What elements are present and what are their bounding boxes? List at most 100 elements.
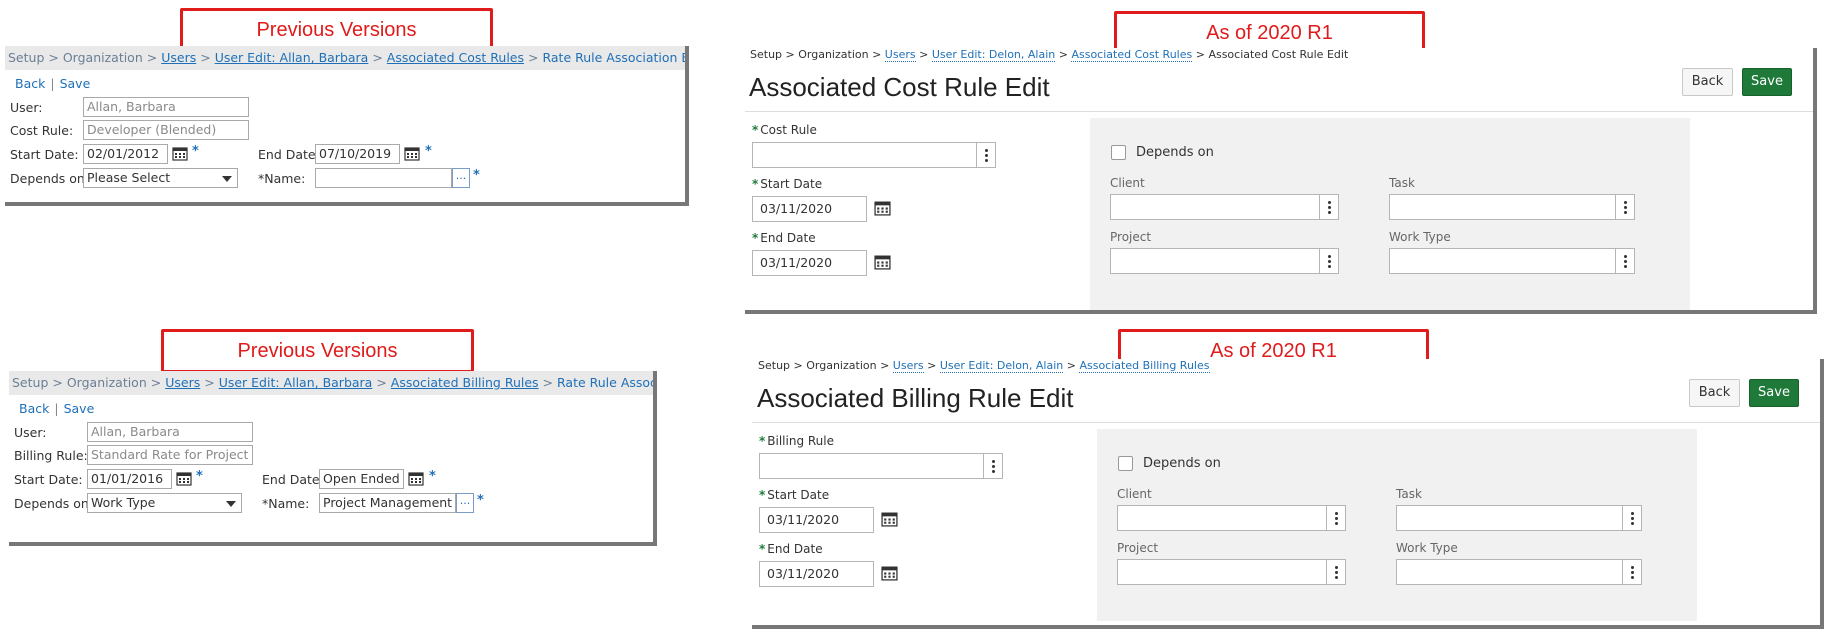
name-lookup-button[interactable]: ... xyxy=(456,493,474,513)
name-input[interactable]: Project Management xyxy=(319,493,456,513)
start-date-label: * Start Date xyxy=(752,177,822,191)
calendar-icon[interactable] xyxy=(404,146,420,161)
depends-on-checkbox[interactable] xyxy=(1111,145,1126,160)
depends-on-value: Work Type xyxy=(91,495,156,510)
back-link[interactable]: Back xyxy=(15,76,45,91)
client-input[interactable] xyxy=(1117,505,1346,531)
breadcrumb-setup[interactable]: Setup xyxy=(12,375,48,390)
save-button[interactable]: Save xyxy=(1749,379,1799,407)
billing-rule-input[interactable] xyxy=(759,453,1003,479)
more-options-icon[interactable] xyxy=(1319,249,1338,273)
more-options-icon[interactable] xyxy=(1615,195,1634,219)
breadcrumb-sep: > xyxy=(150,375,162,390)
end-date-input[interactable]: 03/11/2020 xyxy=(759,561,874,587)
breadcrumb-associated-cost-rules[interactable]: Associated Cost Rules xyxy=(1071,48,1193,62)
breadcrumb-sep: > xyxy=(785,48,795,61)
start-date-input[interactable]: 01/01/2016 xyxy=(87,469,172,489)
name-input[interactable] xyxy=(315,168,452,188)
calendar-icon[interactable] xyxy=(881,511,898,527)
more-options-icon[interactable] xyxy=(1319,195,1338,219)
back-button[interactable]: Back xyxy=(1682,68,1733,96)
back-link[interactable]: Back xyxy=(19,401,49,416)
old-billing-breadcrumb: Setup > Organization > Users > User Edit… xyxy=(9,371,653,395)
more-options-icon[interactable] xyxy=(1615,249,1634,273)
breadcrumb-organization[interactable]: Organization xyxy=(806,359,876,372)
breadcrumb-users[interactable]: Users xyxy=(165,375,200,390)
breadcrumb-associated-billing-rules[interactable]: Associated Billing Rules xyxy=(391,375,539,390)
breadcrumb-sep: > xyxy=(1195,48,1205,61)
end-date-input[interactable]: Open Ended xyxy=(319,469,404,489)
calendar-icon[interactable] xyxy=(874,254,891,270)
breadcrumb-users[interactable]: Users xyxy=(892,359,924,373)
required-star: * xyxy=(759,488,766,502)
breadcrumb-setup[interactable]: Setup xyxy=(750,48,782,61)
more-options-icon[interactable] xyxy=(1622,506,1641,530)
end-date-input[interactable]: 07/10/2019 xyxy=(315,144,400,164)
calendar-icon[interactable] xyxy=(874,200,891,216)
work-type-input[interactable] xyxy=(1389,248,1635,274)
project-input[interactable] xyxy=(1117,559,1346,585)
breadcrumb-setup[interactable]: Setup xyxy=(758,359,790,372)
name-label: *Name: xyxy=(262,496,310,511)
breadcrumb-sep: > xyxy=(204,375,215,390)
breadcrumb-current: Associated Cost Rule Edit xyxy=(1208,48,1349,61)
new-cost-rule-panel: Setup > Organization > Users > User Edit… xyxy=(745,48,1817,314)
work-type-input[interactable] xyxy=(1396,559,1642,585)
breadcrumb-sep: > xyxy=(52,375,63,390)
start-date-label: * Start Date xyxy=(759,488,829,502)
project-label: Project xyxy=(1110,230,1152,244)
task-label: Task xyxy=(1389,176,1415,190)
calendar-icon[interactable] xyxy=(172,146,188,161)
breadcrumb-organization[interactable]: Organization xyxy=(798,48,868,61)
link-separator: | xyxy=(54,401,59,416)
breadcrumb-setup[interactable]: Setup xyxy=(8,50,44,65)
name-lookup-button[interactable]: ... xyxy=(452,168,470,188)
more-options-icon[interactable] xyxy=(976,143,995,167)
more-options-icon[interactable] xyxy=(1326,560,1345,584)
more-options-icon[interactable] xyxy=(1622,560,1641,584)
breadcrumb-user-edit[interactable]: User Edit: Allan, Barbara xyxy=(219,375,373,390)
client-input[interactable] xyxy=(1110,194,1339,220)
breadcrumb-organization[interactable]: Organization xyxy=(63,50,143,65)
breadcrumb-associated-cost-rules[interactable]: Associated Cost Rules xyxy=(387,50,524,65)
breadcrumb-sep: > xyxy=(200,50,211,65)
required-star: * xyxy=(473,168,480,183)
calendar-icon[interactable] xyxy=(408,471,424,486)
breadcrumb-associated-billing-rules[interactable]: Associated Billing Rules xyxy=(1079,359,1210,373)
depends-on-value: Please Select xyxy=(87,170,171,185)
project-input[interactable] xyxy=(1110,248,1339,274)
task-input[interactable] xyxy=(1389,194,1635,220)
cost-rule-input[interactable] xyxy=(752,142,996,168)
breadcrumb-sep: > xyxy=(880,359,890,372)
breadcrumb-sep: > xyxy=(48,50,59,65)
start-date-input[interactable]: 02/01/2012 xyxy=(83,144,168,164)
start-date-input[interactable]: 03/11/2020 xyxy=(752,196,867,222)
end-date-input[interactable]: 03/11/2020 xyxy=(752,250,867,276)
breadcrumb-users[interactable]: Users xyxy=(161,50,196,65)
start-date-label: Start Date: xyxy=(14,472,83,487)
task-input[interactable] xyxy=(1396,505,1642,531)
depends-on-checkbox[interactable] xyxy=(1118,456,1133,471)
save-link[interactable]: Save xyxy=(64,401,95,416)
breadcrumb-user-edit[interactable]: User Edit: Allan, Barbara xyxy=(215,50,369,65)
user-field: Allan, Barbara xyxy=(83,97,249,117)
depends-on-select[interactable]: Please Select xyxy=(83,168,238,188)
save-link[interactable]: Save xyxy=(60,76,91,91)
depends-on-select[interactable]: Work Type xyxy=(87,493,242,513)
save-button[interactable]: Save xyxy=(1742,68,1792,96)
breadcrumb-sep: > xyxy=(1058,48,1068,61)
breadcrumb-user-edit[interactable]: User Edit: Delon, Alain xyxy=(931,48,1056,62)
more-options-icon[interactable] xyxy=(983,454,1002,478)
depends-on-label: Depends on: xyxy=(10,171,90,186)
more-options-icon[interactable] xyxy=(1326,506,1345,530)
back-button[interactable]: Back xyxy=(1689,379,1740,407)
breadcrumb-user-edit[interactable]: User Edit: Delon, Alain xyxy=(939,359,1064,373)
breadcrumb-organization[interactable]: Organization xyxy=(67,375,147,390)
calendar-icon[interactable] xyxy=(881,565,898,581)
breadcrumb-current: Rate Rule Association Edit xyxy=(557,375,653,390)
required-star: * xyxy=(759,434,766,448)
calendar-icon[interactable] xyxy=(176,471,192,486)
start-date-input[interactable]: 03/11/2020 xyxy=(759,507,874,533)
breadcrumb-users[interactable]: Users xyxy=(884,48,916,62)
old-billing-rule-panel: Setup > Organization > Users > User Edit… xyxy=(9,371,657,546)
